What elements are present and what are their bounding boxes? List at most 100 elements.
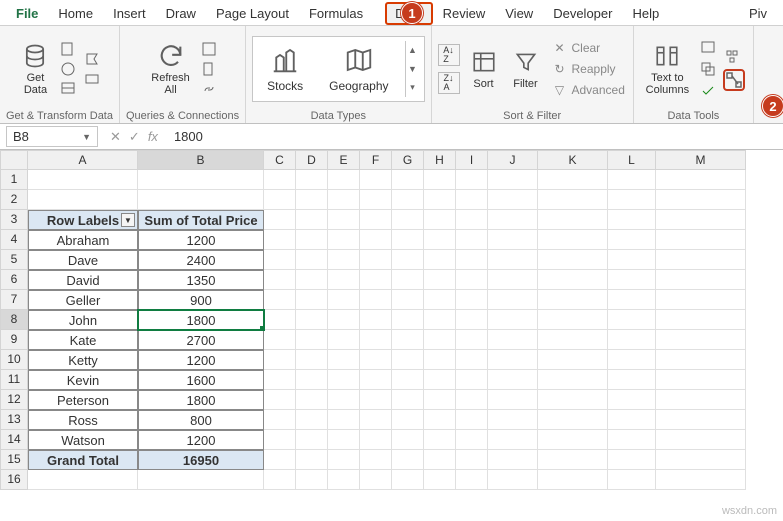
cell[interactable] [456, 230, 488, 250]
row-header[interactable]: 15 [0, 450, 28, 470]
cell[interactable] [328, 450, 360, 470]
cell[interactable] [328, 310, 360, 330]
cell[interactable] [328, 290, 360, 310]
cell[interactable]: David [28, 270, 138, 290]
cell[interactable] [296, 450, 328, 470]
geography-button[interactable]: Geography [319, 41, 398, 97]
cell[interactable] [392, 290, 424, 310]
tab-developer[interactable]: Developer [543, 2, 622, 25]
cell[interactable] [656, 170, 746, 190]
properties-button[interactable] [200, 60, 218, 78]
select-all-corner[interactable] [0, 150, 28, 170]
cell[interactable] [656, 370, 746, 390]
cell[interactable] [608, 370, 656, 390]
cell[interactable]: 16950 [138, 450, 264, 470]
cell[interactable] [488, 430, 538, 450]
cell[interactable]: Watson [28, 430, 138, 450]
tab-pivot[interactable]: Piv [739, 2, 777, 25]
cell[interactable] [424, 310, 456, 330]
gallery-down[interactable]: ▼ [406, 60, 420, 79]
cell[interactable] [608, 430, 656, 450]
cell[interactable] [360, 310, 392, 330]
cell[interactable] [538, 350, 608, 370]
cell[interactable] [608, 390, 656, 410]
col-header[interactable]: A [28, 150, 138, 170]
cell[interactable] [608, 170, 656, 190]
cell[interactable] [360, 370, 392, 390]
cell[interactable] [264, 310, 296, 330]
filter-dropdown-icon[interactable]: ▼ [121, 213, 135, 227]
cell[interactable] [538, 290, 608, 310]
cell[interactable] [488, 390, 538, 410]
cell[interactable]: Kevin [28, 370, 138, 390]
cell[interactable] [538, 250, 608, 270]
cell[interactable] [360, 290, 392, 310]
col-header[interactable]: I [456, 150, 488, 170]
cell[interactable] [264, 350, 296, 370]
flash-fill-button[interactable] [699, 38, 717, 56]
cell[interactable] [296, 210, 328, 230]
cell[interactable] [328, 350, 360, 370]
cell[interactable] [538, 370, 608, 390]
tab-view[interactable]: View [495, 2, 543, 25]
cell[interactable] [456, 410, 488, 430]
from-text-button[interactable] [59, 40, 77, 58]
cell[interactable] [488, 190, 538, 210]
cell[interactable] [392, 210, 424, 230]
cell[interactable] [538, 170, 608, 190]
cell[interactable] [456, 210, 488, 230]
tab-draw[interactable]: Draw [156, 2, 206, 25]
cell[interactable] [360, 270, 392, 290]
col-header[interactable]: B [138, 150, 264, 170]
existing-connections-button[interactable] [83, 70, 101, 88]
cell[interactable] [656, 470, 746, 490]
cell[interactable] [360, 190, 392, 210]
refresh-all-button[interactable]: Refresh All [147, 40, 194, 98]
cell[interactable]: 2700 [138, 330, 264, 350]
cell[interactable] [656, 210, 746, 230]
cell[interactable] [488, 230, 538, 250]
cell[interactable] [264, 250, 296, 270]
cell[interactable] [392, 430, 424, 450]
row-header[interactable]: 8 [0, 310, 28, 330]
cell[interactable] [360, 350, 392, 370]
cell[interactable] [456, 370, 488, 390]
cell[interactable] [488, 410, 538, 430]
cell[interactable] [424, 430, 456, 450]
cell[interactable] [264, 450, 296, 470]
cell[interactable] [296, 330, 328, 350]
cell[interactable] [392, 330, 424, 350]
col-header[interactable]: L [608, 150, 656, 170]
cell[interactable] [328, 230, 360, 250]
sort-button[interactable]: Sort [466, 46, 502, 92]
cell[interactable] [424, 390, 456, 410]
cell[interactable] [488, 350, 538, 370]
cell[interactable] [328, 270, 360, 290]
cell[interactable] [392, 410, 424, 430]
cell[interactable] [392, 190, 424, 210]
cell[interactable] [538, 450, 608, 470]
cell[interactable]: John [28, 310, 138, 330]
gallery-up[interactable]: ▲ [406, 41, 420, 60]
cell[interactable] [608, 310, 656, 330]
cell[interactable] [360, 170, 392, 190]
cell[interactable] [328, 190, 360, 210]
cell[interactable] [488, 270, 538, 290]
row-header[interactable]: 11 [0, 370, 28, 390]
cell[interactable] [656, 250, 746, 270]
col-header[interactable]: K [538, 150, 608, 170]
cell[interactable]: 800 [138, 410, 264, 430]
cell[interactable]: 1350 [138, 270, 264, 290]
cell[interactable] [456, 270, 488, 290]
chevron-down-icon[interactable]: ▼ [82, 132, 91, 142]
cell[interactable] [28, 470, 138, 490]
cell[interactable] [456, 430, 488, 450]
tab-file[interactable]: File [6, 2, 48, 25]
recent-sources-button[interactable] [83, 50, 101, 68]
cell[interactable] [488, 330, 538, 350]
cell[interactable] [424, 230, 456, 250]
cell[interactable] [392, 170, 424, 190]
cell[interactable] [424, 330, 456, 350]
filter-button[interactable]: Filter [508, 46, 544, 92]
row-header[interactable]: 12 [0, 390, 28, 410]
